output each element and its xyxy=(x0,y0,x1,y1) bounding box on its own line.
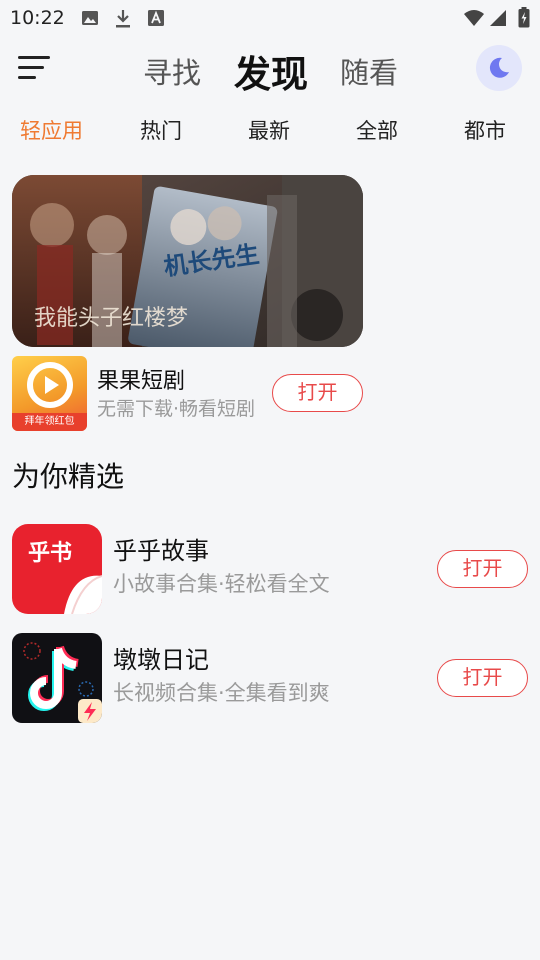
tiktok-note-icon xyxy=(23,642,102,723)
cell-signal-icon xyxy=(490,10,506,26)
huhu-app-icon[interactable]: 乎书 xyxy=(12,524,102,614)
font-a-icon xyxy=(148,10,164,26)
image-icon xyxy=(82,11,98,25)
download-icon xyxy=(116,10,130,28)
tab-faxian[interactable]: 发现 xyxy=(234,44,308,98)
featured-app-desc: 无需下载·畅看短剧 xyxy=(97,398,256,420)
top-nav: 寻找 发现 随看 xyxy=(0,36,540,100)
category-tab-latest[interactable]: 最新 xyxy=(248,115,290,145)
section-title: 为你精选 xyxy=(12,460,125,493)
status-time: 10:22 xyxy=(10,7,65,29)
svg-text:我能头子红楼梦: 我能头子红楼梦 xyxy=(34,306,188,331)
list-item: 墩墩日记 长视频合集·全集看到爽 打开 xyxy=(0,631,540,723)
app-name: 乎乎故事 xyxy=(113,537,209,565)
icon-badge: 拜年领红包 xyxy=(12,413,87,431)
tab-xunzhao[interactable]: 寻找 xyxy=(143,50,201,92)
category-tab-all[interactable]: 全部 xyxy=(356,115,398,145)
open-button[interactable]: 打开 xyxy=(437,659,528,697)
list-item: 乎书 乎乎故事 小故事合集·轻松看全文 打开 xyxy=(0,522,540,614)
open-button[interactable]: 打开 xyxy=(437,550,528,588)
hamburger-menu-icon[interactable] xyxy=(18,54,50,80)
status-bar: 10:22 xyxy=(0,0,540,36)
battery-charging-icon xyxy=(518,7,530,28)
category-tabs: 轻应用 热门 最新 全部 都市 xyxy=(0,106,540,150)
svg-text:乎书: 乎书 xyxy=(28,541,72,566)
app-name: 墩墩日记 xyxy=(113,646,209,674)
featured-banner[interactable]: 我能头子红楼梦 机长先生 xyxy=(12,175,363,347)
featured-app-card: 拜年领红包 果果短剧 无需下载·畅看短剧 打开 xyxy=(0,355,540,435)
wifi-icon xyxy=(464,10,484,26)
book-app-icon: 乎书 xyxy=(28,541,102,614)
moon-icon xyxy=(489,57,509,78)
category-tab-hot[interactable]: 热门 xyxy=(140,115,182,145)
app-desc: 小故事合集·轻松看全文 xyxy=(113,572,330,596)
tab-suikan[interactable]: 随看 xyxy=(340,50,398,92)
dundun-app-icon[interactable] xyxy=(12,633,102,723)
featured-open-button[interactable]: 打开 xyxy=(272,374,363,412)
category-tab-light-apps[interactable]: 轻应用 xyxy=(20,115,83,145)
night-mode-toggle[interactable] xyxy=(476,45,522,91)
guoguo-app-icon[interactable]: 拜年领红包 xyxy=(12,356,87,431)
featured-app-name: 果果短剧 xyxy=(97,369,186,394)
banner-poster-image: 我能头子红楼梦 机长先生 xyxy=(12,175,363,347)
app-desc: 长视频合集·全集看到爽 xyxy=(113,681,330,705)
category-tab-urban[interactable]: 都市 xyxy=(464,115,506,145)
